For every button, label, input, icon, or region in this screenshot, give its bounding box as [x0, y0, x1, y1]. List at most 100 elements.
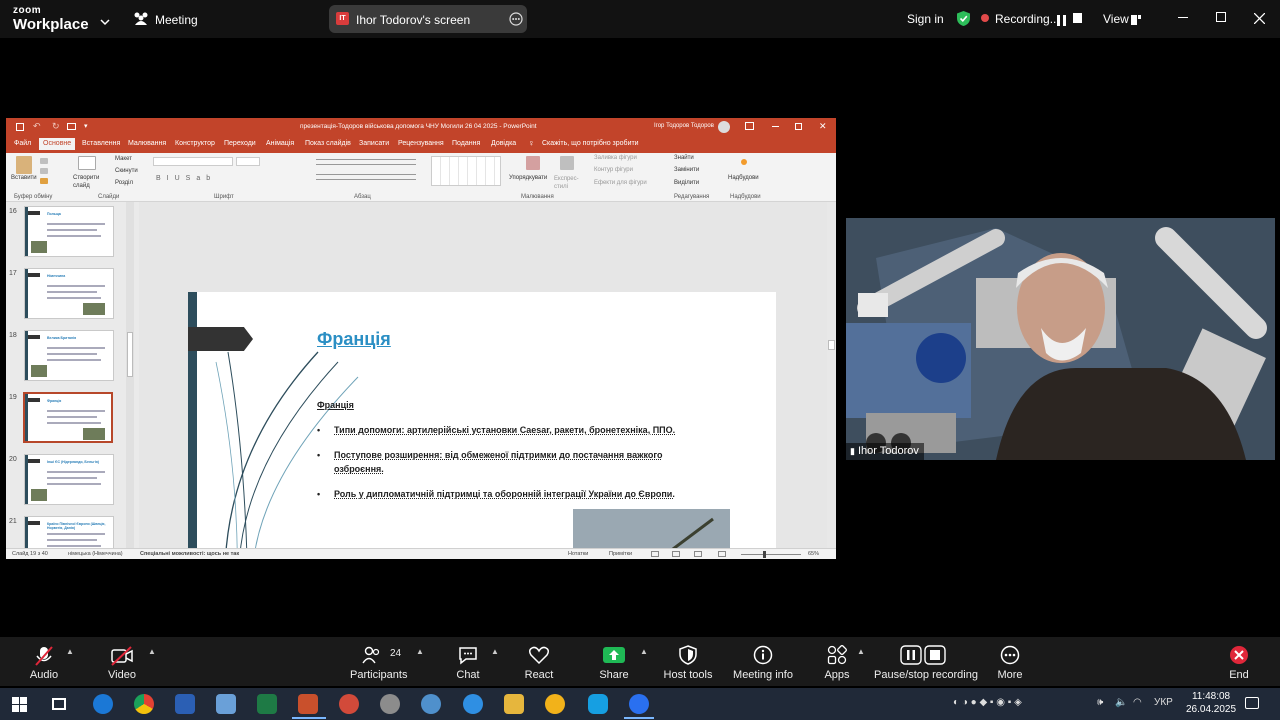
end-meeting-button[interactable]: End [1220, 637, 1258, 686]
notes-button[interactable]: Нотатки [568, 551, 588, 557]
shapes-gallery[interactable] [431, 156, 501, 186]
save-icon[interactable] [16, 123, 24, 131]
tell-me-search[interactable]: Скажіть, що потрібно зробити [542, 140, 639, 147]
format-painter-icon[interactable] [40, 178, 48, 184]
zoom-app-icon[interactable] [629, 694, 649, 714]
view-menu-button[interactable]: View [1103, 12, 1129, 26]
video-options-caret[interactable]: ▲ [148, 647, 156, 656]
meeting-info-button[interactable]: Meeting info [733, 637, 793, 686]
audio-button[interactable]: Audio [22, 637, 66, 686]
share-caret[interactable]: ▲ [640, 647, 648, 656]
apps-caret[interactable]: ▲ [857, 647, 865, 656]
chrome-icon[interactable] [134, 694, 154, 714]
wifi-icon[interactable]: ◠ [1133, 697, 1142, 708]
align-buttons[interactable] [316, 174, 416, 180]
slide-thumbnail[interactable]: Німеччина [24, 268, 114, 319]
sign-in-button[interactable]: Sign in [907, 12, 944, 26]
recording-control-button[interactable]: Pause/stop recording [874, 637, 978, 686]
file-explorer-icon[interactable] [504, 694, 524, 714]
tab-review[interactable]: Рецензування [398, 140, 444, 147]
zoom-slider-handle[interactable] [763, 551, 766, 558]
status-accessibility[interactable]: Спеціальні можливості: щось не так [140, 551, 239, 557]
chevron-down-icon[interactable] [100, 13, 110, 31]
addins-label[interactable]: Надбудови [728, 175, 759, 181]
font-size-field[interactable] [236, 157, 260, 166]
layout-button[interactable]: Макет [115, 156, 132, 162]
ppt-close-icon[interactable]: ✕ [819, 121, 827, 132]
screen-share-pill[interactable]: IT Ihor Todorov's screen [329, 5, 527, 33]
yandex-browser-icon[interactable] [545, 694, 565, 714]
shape-effects-button[interactable]: Ефекти для фігури [594, 180, 647, 186]
tab-animations[interactable]: Анімація [266, 140, 294, 147]
slide-thumbnail[interactable]: Франція [23, 392, 113, 443]
app-icon-gear[interactable] [380, 694, 400, 714]
select-button[interactable]: Виділити [674, 180, 699, 186]
replace-button[interactable]: Замінити [674, 167, 699, 173]
ppt-minimize-icon[interactable] [772, 126, 779, 127]
windows-start-icon[interactable] [12, 697, 27, 717]
slide-subtitle[interactable]: Франція [317, 400, 354, 410]
clock[interactable]: 11:48:08 26.04.2025 [1186, 690, 1236, 716]
slide-bullet[interactable]: • Типи допомоги: артилерійські установки… [317, 423, 707, 437]
browser-icon[interactable] [93, 694, 113, 714]
thumb-scrollbar[interactable] [126, 202, 134, 548]
arrange-label[interactable]: Упорядкувати [509, 175, 547, 181]
shape-fill-button[interactable]: Заливка фігури [594, 155, 637, 161]
slide-bullet[interactable]: • Роль у дипломатичній підтримці та обор… [317, 487, 707, 501]
view-layout-icon[interactable] [1131, 12, 1141, 30]
shield-check-icon[interactable] [956, 10, 971, 32]
customize-qat-icon[interactable]: ▾ [84, 122, 88, 130]
slide-thumbnail[interactable]: Польща [24, 206, 114, 257]
speaker-icon[interactable]: 🕪 [1097, 697, 1103, 708]
current-slide[interactable]: Франція Франція • Типи допомоги: артилер… [188, 292, 776, 559]
volume-icon[interactable]: 🔈 [1115, 697, 1127, 708]
slideshow-view-icon[interactable] [718, 551, 726, 557]
ribbon-display-icon[interactable] [745, 122, 754, 130]
apps-button[interactable]: Apps [817, 637, 857, 686]
app-icon-tools[interactable] [421, 694, 441, 714]
host-tools-button[interactable]: Host tools [662, 637, 714, 686]
tab-design[interactable]: Конструктор [175, 140, 215, 147]
notes-app-icon[interactable] [216, 694, 236, 714]
react-button[interactable]: React [519, 637, 559, 686]
meeting-label[interactable]: Meeting [155, 13, 198, 27]
addins-icon[interactable] [741, 159, 747, 165]
quick-styles-label[interactable]: Експрес-стилі [554, 175, 580, 191]
tab-view[interactable]: Подання [452, 140, 480, 147]
zoom-slider[interactable] [741, 554, 801, 555]
thumb-scrollbar-handle[interactable] [127, 332, 133, 377]
app-icon-red[interactable] [339, 694, 359, 714]
more-button[interactable]: More [990, 637, 1030, 686]
copy-icon[interactable] [40, 168, 48, 174]
pause-recording-icon[interactable] [1057, 13, 1066, 31]
slide-scrollbar-handle[interactable] [828, 340, 835, 350]
minimize-icon[interactable] [1178, 17, 1188, 18]
powerpoint-icon[interactable] [298, 694, 318, 714]
slide-thumbnail[interactable]: Велика Британія [24, 330, 114, 381]
ppt-restore-icon[interactable] [795, 123, 802, 130]
task-view-icon[interactable] [52, 698, 66, 710]
tab-home[interactable]: Основне [39, 138, 76, 150]
paste-icon[interactable] [16, 156, 32, 174]
language-indicator[interactable]: УКР [1154, 697, 1173, 708]
stop-recording-icon[interactable] [1073, 13, 1082, 23]
zoom-level[interactable]: 65% [808, 551, 819, 557]
share-button[interactable]: Share [594, 637, 634, 686]
list-buttons[interactable] [316, 159, 416, 165]
word-icon[interactable] [175, 694, 195, 714]
find-button[interactable]: Знайти [674, 155, 694, 161]
participants-button[interactable]: 24 Participants [350, 637, 407, 686]
slide-title[interactable]: Франція [317, 329, 391, 350]
skype-icon[interactable] [588, 694, 608, 714]
slide-scrollbar[interactable] [827, 202, 836, 548]
restore-icon[interactable] [1216, 12, 1226, 22]
arrange-icon[interactable] [526, 156, 540, 170]
avatar[interactable] [718, 121, 730, 133]
undo-icon[interactable]: ↶ [33, 121, 41, 132]
slide-thumbnail[interactable]: Інші ЄС (Нідерланди, Бельгія) [24, 454, 114, 505]
reset-button[interactable]: Скинути [115, 168, 138, 174]
status-language[interactable]: німецька (Німеччина) [68, 551, 123, 557]
edge-icon[interactable] [463, 694, 483, 714]
slide-bullet[interactable]: • Поступове розширення: від обмеженої пі… [317, 448, 707, 476]
new-slide-label[interactable]: Створити слайд [73, 174, 103, 190]
